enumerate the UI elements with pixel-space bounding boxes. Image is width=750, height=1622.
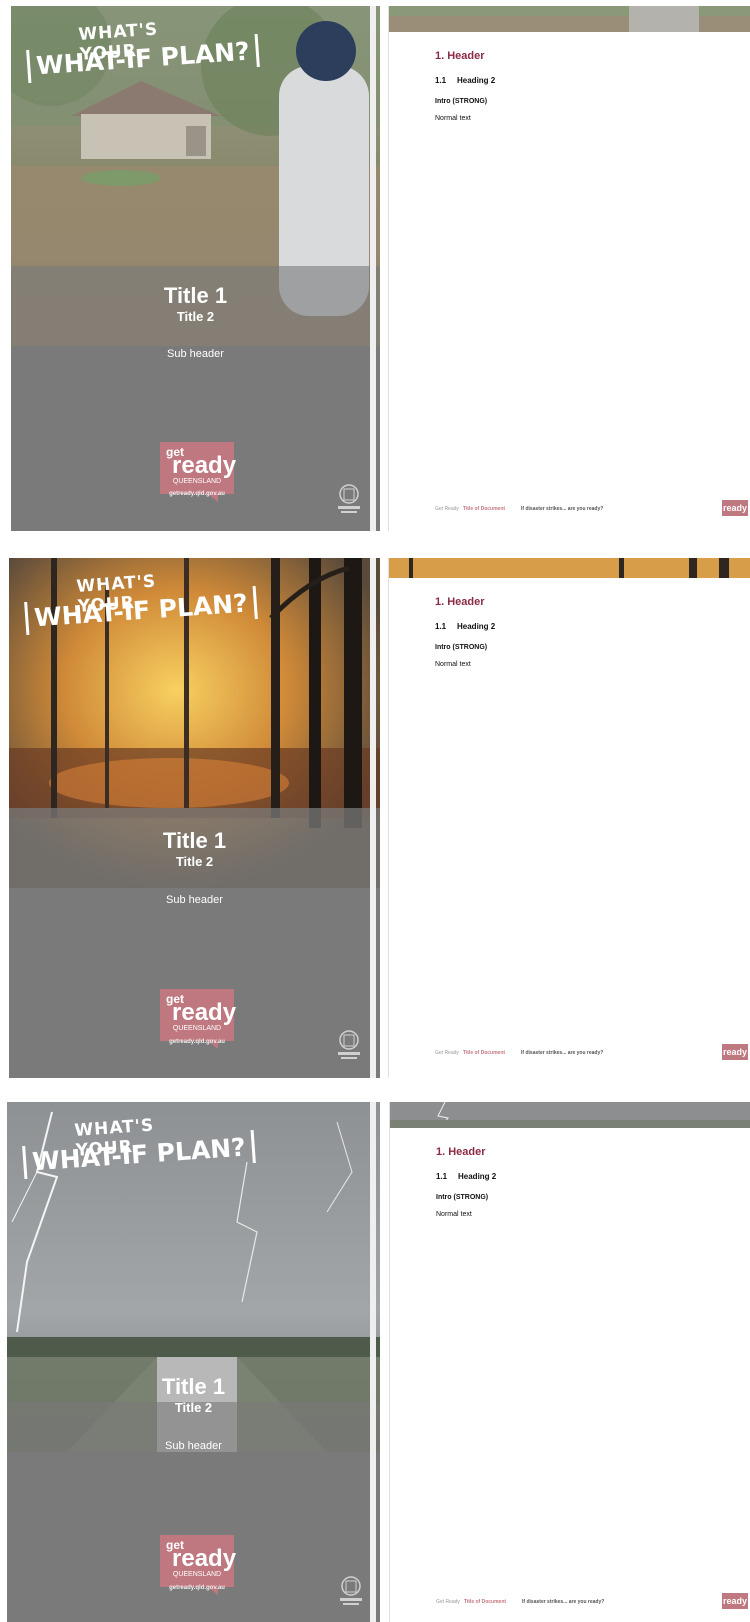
footer-logo: ready: [722, 1593, 748, 1609]
doc-normal-text[interactable]: Normal text: [435, 115, 471, 122]
doc-header-1[interactable]: 1. Header: [436, 1146, 486, 1158]
queensland-crest-icon: [338, 484, 360, 513]
heading-2-text: Heading 2: [457, 76, 496, 85]
cover-sub-header[interactable]: Sub header: [9, 894, 380, 906]
queensland-crest-icon: [338, 1030, 360, 1059]
heading-2-number: 1.1: [435, 622, 447, 631]
logo-ready-text: ready: [172, 999, 237, 1026]
doc-normal-text[interactable]: Normal text: [436, 1211, 472, 1218]
footer-question: If disaster strikes... are you ready?: [521, 506, 604, 512]
footer-title: Title of Document: [463, 1599, 507, 1605]
cover-url: getready.qld.gov.au: [169, 1039, 225, 1045]
cover-title-2[interactable]: Title 2: [7, 1400, 380, 1415]
page-gutter: [370, 6, 376, 531]
doc-header-1[interactable]: 1. Header: [435, 596, 485, 608]
logo-region-text: QUEENSLAND: [172, 478, 222, 485]
cover-page[interactable]: WHAT'S YOUR WHAT-IF PLAN? Title 1 Title …: [9, 558, 380, 1078]
document-page[interactable]: 1. Header 1.1 Heading 2 Intro (STRONG) No…: [388, 6, 750, 531]
page-gutter: [370, 558, 376, 1078]
doc-intro[interactable]: Intro (STRONG): [435, 644, 487, 651]
logo-region-text: QUEENSLAND: [172, 1025, 222, 1032]
header-strip-storm: [390, 1102, 750, 1128]
doc-intro[interactable]: Intro (STRONG): [436, 1194, 488, 1201]
doc-normal-text[interactable]: Normal text: [435, 661, 471, 668]
footer-question: If disaster strikes... are you ready?: [522, 1599, 605, 1605]
cover-page[interactable]: WHAT'S YOUR WHAT-IF PLAN? Title 1 Title …: [11, 6, 380, 531]
whatif-plan-logo: WHAT'S YOUR WHAT-IF PLAN?: [19, 571, 258, 642]
cover-page[interactable]: WHAT'S YOUR WHAT-IF PLAN? Title 1 Title …: [7, 1102, 380, 1622]
whatif-plan-logo: WHAT'S YOUR WHAT-IF PLAN?: [21, 19, 260, 90]
cover-title-2[interactable]: Title 2: [11, 309, 380, 324]
cover-url: getready.qld.gov.au: [169, 1585, 225, 1591]
get-ready-logo: get ready QUEENSLAND: [160, 989, 237, 1049]
footer-brand: Get Ready: [435, 506, 459, 512]
heading-2-text: Heading 2: [458, 1172, 497, 1181]
logo-ready-text: ready: [172, 452, 237, 479]
header-strip-bushfire: [389, 558, 750, 578]
heading-2-number: 1.1: [436, 1172, 448, 1181]
footer-title: Title of Document: [462, 1050, 506, 1056]
footer-title: Title of Document: [462, 506, 506, 512]
doc-footer: Get Ready Title of Document If disaster st…: [436, 1599, 604, 1605]
template-row-storm: WHAT'S YOUR WHAT-IF PLAN? Title 1 Title …: [0, 1095, 750, 1622]
document-page[interactable]: 1. Header 1.1 Heading 2 Intro (STRONG) No…: [389, 1102, 750, 1622]
cover-title-1[interactable]: Title 1: [7, 1374, 380, 1400]
queensland-crest-icon: [340, 1576, 362, 1605]
doc-intro[interactable]: Intro (STRONG): [435, 98, 487, 105]
header-strip-flood: [389, 6, 750, 32]
logo-ready-text: ready: [172, 1545, 237, 1572]
doc-footer: Get Ready Title of Document If disaster st…: [435, 506, 603, 512]
page-gutter: [370, 1102, 376, 1622]
doc-footer: Get Ready Title of Document If disaster st…: [435, 1050, 603, 1056]
get-ready-logo: get ready QUEENSLAND: [160, 1535, 237, 1595]
heading-2-number: 1.1: [435, 76, 447, 85]
footer-logo: ready: [722, 1044, 748, 1060]
footer-brand: Get Ready: [435, 1050, 459, 1056]
cover-title-1[interactable]: Title 1: [11, 283, 380, 309]
doc-heading-2[interactable]: 1.1 Heading 2: [435, 76, 495, 85]
cover-url: getready.qld.gov.au: [169, 491, 225, 497]
cover-title-2[interactable]: Title 2: [9, 854, 380, 869]
whatif-plan-logo: WHAT'S YOUR WHAT-IF PLAN?: [17, 1115, 256, 1186]
logo-region-text: QUEENSLAND: [172, 1571, 222, 1578]
doc-heading-2[interactable]: 1.1 Heading 2: [435, 622, 495, 631]
cover-title-1[interactable]: Title 1: [9, 828, 380, 854]
doc-heading-2[interactable]: 1.1 Heading 2: [436, 1172, 496, 1181]
cover-sub-header[interactable]: Sub header: [11, 348, 380, 360]
doc-header-1[interactable]: 1. Header: [435, 50, 485, 62]
get-ready-logo: get ready QUEENSLAND: [160, 442, 237, 502]
footer-logo: ready: [722, 500, 748, 516]
template-row-bushfire: WHAT'S YOUR WHAT-IF PLAN? Title 1 Title …: [0, 548, 750, 1083]
document-page[interactable]: 1. Header 1.1 Heading 2 Intro (STRONG) No…: [388, 558, 750, 1078]
footer-question: If disaster strikes... are you ready?: [521, 1050, 604, 1056]
cover-sub-header[interactable]: Sub header: [7, 1440, 380, 1452]
template-row-flood: WHAT'S YOUR WHAT-IF PLAN? Title 1 Title …: [0, 0, 750, 535]
heading-2-text: Heading 2: [457, 622, 496, 631]
footer-brand: Get Ready: [436, 1599, 460, 1605]
